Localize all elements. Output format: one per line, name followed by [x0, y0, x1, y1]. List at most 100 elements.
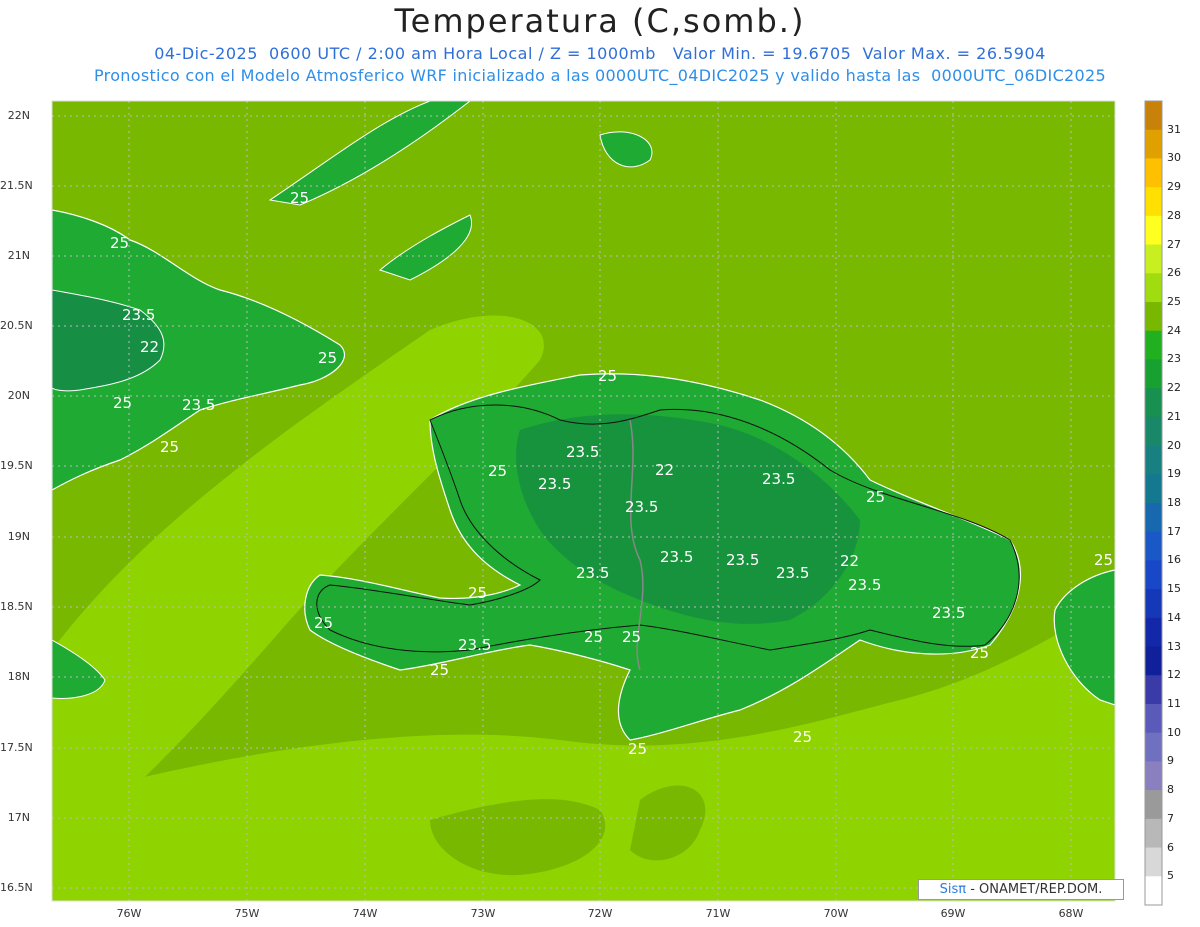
colorbar-label: 18 [1167, 496, 1181, 509]
colorbar-swatch [1145, 302, 1162, 332]
colorbar-swatch [1145, 818, 1162, 849]
contour-label: 25 [488, 462, 507, 480]
colorbar-label: 5 [1167, 869, 1174, 883]
colorbar [1144, 100, 1163, 906]
colorbar-swatch [1145, 704, 1162, 734]
lon-label: 76W [116, 907, 142, 920]
colorbar-swatch [1145, 158, 1162, 188]
colorbar-label: 10 [1167, 725, 1181, 739]
lat-label: 19N [7, 530, 30, 543]
lon-label: 69W [940, 907, 966, 920]
contour-label: 23.5 [458, 636, 491, 654]
lon-label: 71W [705, 907, 731, 920]
colorbar-label: 25 [1167, 295, 1181, 308]
colorbar-label: 7 [1167, 811, 1174, 825]
contour-label: 23.5 [848, 576, 881, 594]
colorbar-swatch [1145, 129, 1162, 159]
colorbar-swatch [1145, 675, 1162, 705]
colorbar-label: 29 [1167, 180, 1181, 194]
colorbar-label: 21 [1167, 409, 1181, 423]
contour-label: 23.5 [660, 548, 693, 566]
contour-label: 23.5 [576, 564, 609, 582]
colorbar-swatch [1145, 445, 1162, 475]
contour-label: 23.5 [566, 443, 599, 461]
colorbar-label: 28 [1167, 208, 1181, 222]
colorbar-swatch [1145, 503, 1162, 533]
colorbar-label: 31 [1167, 122, 1181, 136]
colorbar-label: 27 [1167, 237, 1181, 251]
sispi-logo: Sisπ [939, 882, 967, 897]
colorbar-label: 19 [1167, 467, 1181, 481]
colorbar-swatch [1145, 273, 1162, 303]
colorbar-label: 11 [1167, 697, 1181, 710]
colorbar-swatch [1145, 388, 1162, 418]
colorbar-swatch [1145, 790, 1162, 820]
colorbar-swatch [1145, 560, 1162, 590]
contour-label: 22 [655, 461, 674, 479]
colorbar-label: 22 [1167, 381, 1181, 395]
contour-label: 25 [598, 367, 617, 385]
lat-label: 18N [7, 670, 30, 683]
contour-label: 23.5 [726, 551, 759, 569]
colorbar-label: 16 [1167, 553, 1181, 567]
colorbar-label: 26 [1167, 266, 1181, 280]
colorbar-swatch [1145, 330, 1162, 360]
colorbar-label: 20 [1167, 438, 1181, 452]
colorbar-swatch [1145, 215, 1162, 246]
lon-label: 68W [1058, 907, 1084, 920]
contour-label: 25 [622, 628, 641, 646]
contour-label: 25 [793, 728, 812, 746]
lat-label: 17N [7, 811, 30, 824]
colorbar-label: 14 [1167, 610, 1181, 624]
credit-text: - ONAMET/REP.DOM. [966, 882, 1103, 897]
colorbar-label: 12 [1167, 668, 1181, 682]
credit-box: Sisπ - ONAMET/REP.DOM. [918, 879, 1124, 900]
contour-label: 25 [628, 740, 647, 758]
contour-label: 25 [314, 614, 333, 632]
lat-label: 20.5N [0, 319, 33, 332]
contour-label: 23.5 [932, 604, 965, 622]
colorbar-swatch [1145, 732, 1162, 762]
colorbar-swatch [1145, 876, 1162, 906]
contour-label: 22 [840, 552, 859, 570]
contour-label: 23.5 [776, 564, 809, 582]
colorbar-label: 23 [1167, 352, 1181, 366]
contour-label: 25 [584, 628, 603, 646]
colorbar-label: 17 [1167, 524, 1181, 538]
lon-label: 70W [823, 907, 849, 920]
contour-label: 25 [430, 661, 449, 679]
colorbar-swatch [1145, 416, 1162, 447]
contour-label: 23.5 [538, 475, 571, 493]
colorbar-swatch [1145, 847, 1162, 877]
colorbar-swatch [1145, 101, 1162, 131]
lon-label: 73W [470, 907, 496, 920]
colorbar-swatch [1145, 646, 1162, 676]
lon-label: 75W [234, 907, 260, 920]
lat-label: 22N [7, 109, 30, 122]
lat-label: 18.5N [0, 600, 33, 613]
contour-label: 25 [160, 438, 179, 456]
colorbar-swatch [1145, 474, 1162, 504]
contour-label: 25 [970, 644, 989, 662]
colorbar-label: 15 [1167, 582, 1181, 596]
colorbar-label: 24 [1167, 323, 1181, 337]
contour-label: 25 [110, 234, 129, 252]
lat-label: 16.5N [0, 881, 33, 894]
contour-label: 25 [468, 584, 487, 602]
lon-label: 72W [587, 907, 613, 920]
lat-label: 19.5N [0, 459, 33, 472]
lat-label: 21.5N [0, 179, 33, 192]
colorbar-swatch [1145, 531, 1162, 561]
colorbar-swatch [1145, 359, 1162, 389]
lat-label: 21N [7, 249, 30, 262]
contour-label: 23.5 [762, 470, 795, 488]
lat-label: 20N [7, 389, 30, 402]
colorbar-swatch [1145, 761, 1162, 791]
contour-label: 23.5 [182, 396, 215, 414]
colorbar-label: 8 [1167, 783, 1174, 797]
contour-label: 22 [140, 338, 159, 356]
colorbar-label: 13 [1167, 639, 1181, 653]
colorbar-swatch [1145, 589, 1162, 619]
temperature-map: 25 25 25 25 25 25 25 25 25 25 25 25 25 2… [51, 100, 1163, 906]
colorbar-label: 30 [1167, 151, 1181, 165]
